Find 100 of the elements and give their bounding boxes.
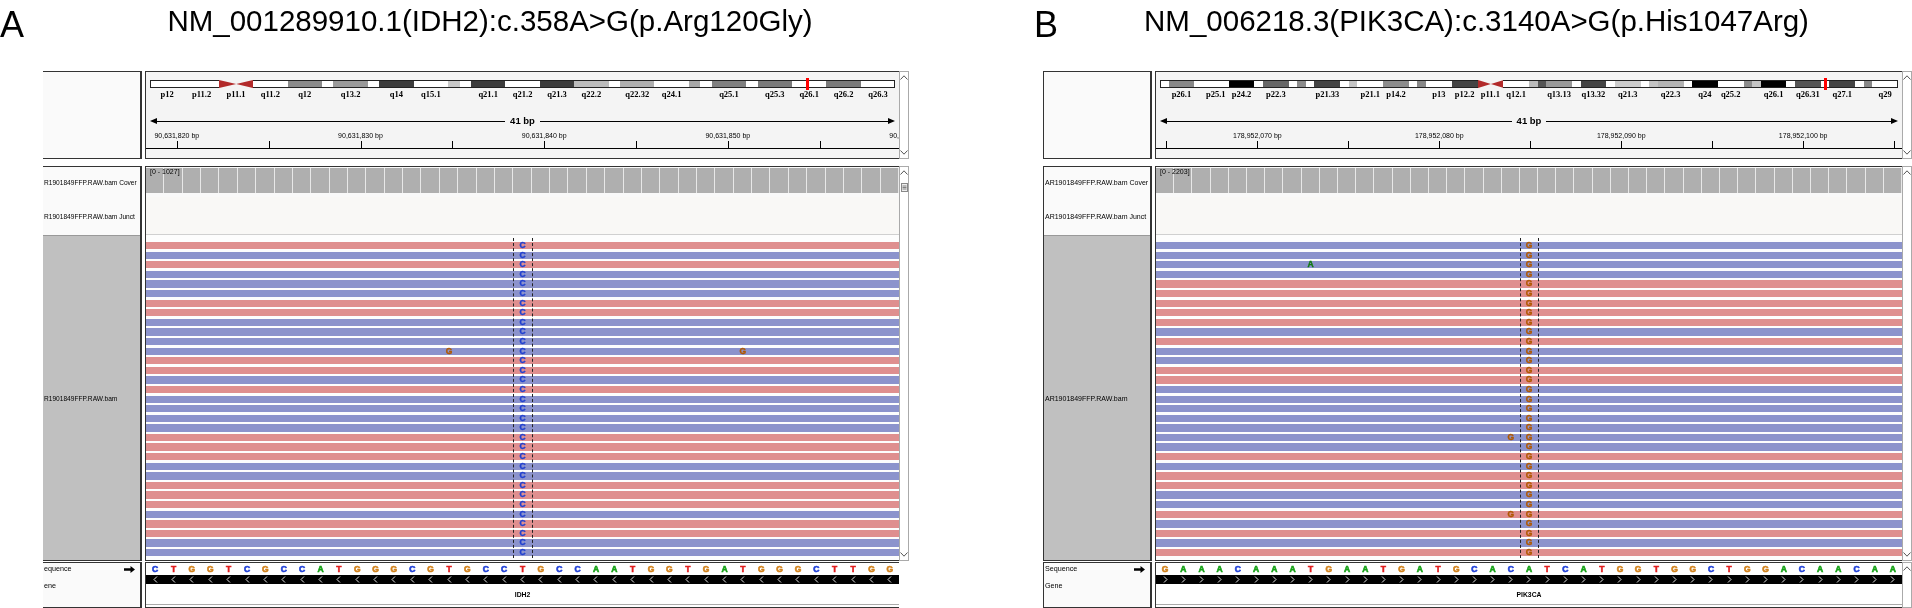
sequence-base: G	[1616, 564, 1624, 574]
coverage-bar	[770, 168, 789, 193]
scroll-up-icon[interactable]	[1903, 170, 1911, 175]
panel-title: NM_006218.3(PIK3CA):c.3140A>G(p.His1047Arg)	[1144, 5, 1809, 37]
sequence-base: G	[776, 564, 783, 574]
scroll-up-icon[interactable]	[900, 75, 908, 80]
sequence-base: A	[1180, 564, 1187, 574]
scroll-up-icon[interactable]	[900, 170, 908, 175]
coverage-bar	[1356, 168, 1375, 193]
scrollbar[interactable]	[899, 166, 909, 561]
coverage-bar	[1556, 168, 1575, 193]
band-label: p21.33	[1315, 89, 1340, 99]
sequence-base: T	[630, 564, 636, 574]
sequence-base: T	[850, 564, 856, 574]
mismatch-base: G	[1525, 251, 1533, 259]
band-label: p25.1	[1205, 89, 1226, 99]
mismatch-base: C	[519, 453, 526, 461]
coverage-bar	[403, 168, 422, 193]
sequence-base: T	[226, 564, 232, 574]
mismatch-base: C	[519, 405, 526, 413]
mismatch-base: G	[1525, 242, 1533, 250]
mismatch-base: C	[519, 337, 526, 346]
mismatch-base: C	[519, 242, 526, 250]
coverage-bar	[1174, 168, 1193, 193]
mismatch-base: G	[1525, 520, 1533, 528]
sequence-base: C	[1707, 564, 1714, 574]
coverage-bar	[1647, 168, 1666, 193]
sequence-base: C	[1853, 564, 1860, 574]
sequence-base: A	[1580, 564, 1587, 574]
mismatch-base: C	[519, 280, 526, 288]
sequence-base: C	[1562, 564, 1569, 574]
mismatch-base: G	[1525, 347, 1533, 355]
scrollbar[interactable]	[1902, 562, 1912, 608]
arrow-right-icon[interactable]	[124, 565, 135, 573]
mismatch-base: G	[1525, 337, 1533, 346]
span-label: 41 bp	[1515, 115, 1543, 127]
band-label: p12.2	[1454, 89, 1475, 99]
coverage-bar	[1283, 168, 1302, 193]
scrollbar[interactable]	[1902, 71, 1912, 159]
band-label: p11.1	[226, 89, 246, 99]
sequence-base: C	[152, 564, 159, 574]
band-label: q21.3	[1617, 89, 1638, 99]
sequence-base: T	[740, 564, 746, 574]
band-label: q26.1	[1763, 89, 1784, 99]
band-label: q22.2	[581, 89, 602, 99]
mismatch-base: C	[519, 424, 526, 432]
sequence-base: C	[409, 564, 416, 574]
coverage-bar	[1465, 168, 1484, 193]
band-label: q12	[298, 89, 312, 99]
scroll-down-icon[interactable]	[900, 150, 908, 155]
mismatch-base: A	[1307, 261, 1314, 269]
mismatch-base: C	[519, 549, 526, 557]
mismatch-base: C	[519, 261, 526, 269]
scrollbar[interactable]	[1902, 166, 1912, 561]
panel-title: NM_001289910.1(IDH2):c.358A>G(p.Arg120Gly)	[167, 5, 813, 37]
scroll-down-icon[interactable]	[900, 552, 908, 557]
mismatch-base: C	[519, 376, 526, 384]
sequence-base: G	[1671, 564, 1678, 574]
band-label: p26.1	[1171, 89, 1192, 99]
band-label: p13	[1432, 89, 1446, 99]
coverage-bar	[1629, 168, 1648, 193]
mismatch-base: C	[519, 289, 526, 298]
scrollbar[interactable]	[899, 71, 909, 159]
coverage-bar	[256, 168, 275, 193]
scroll-up-icon[interactable]	[1903, 566, 1911, 571]
sequence-base: G	[1689, 564, 1697, 574]
panel-letter: A	[0, 5, 24, 45]
band-label: q14	[389, 89, 404, 99]
band-label: q26.2	[833, 89, 854, 99]
sequence-base: C	[299, 564, 306, 574]
mismatch-base: G	[1525, 453, 1533, 461]
sequence-base: G	[702, 564, 710, 574]
sequence-base: G	[886, 564, 894, 574]
mismatch-base: G	[1525, 318, 1533, 327]
mismatch-base: C	[519, 299, 526, 307]
mismatch-base: G	[1507, 510, 1515, 518]
mismatch-base: G	[1525, 481, 1533, 490]
sequence-base: G	[1634, 564, 1642, 574]
sequence-base: G	[262, 564, 269, 574]
scroll-up-icon[interactable]	[1903, 75, 1911, 80]
mismatch-base: C	[519, 385, 526, 394]
mismatch-base: C	[519, 357, 526, 365]
mismatch-base: C	[519, 491, 526, 499]
band-label: q24	[1698, 89, 1712, 99]
band-label: q29	[1878, 89, 1892, 99]
arrow-right-icon[interactable]	[1134, 565, 1145, 573]
grip-icon[interactable]	[900, 183, 908, 192]
scroll-down-icon[interactable]	[1903, 150, 1911, 155]
mismatch-base: G	[1525, 414, 1533, 422]
mismatch-base: C	[519, 270, 526, 279]
band-label: q13.13	[1547, 89, 1571, 99]
sequence-base: A	[1253, 564, 1260, 574]
coverage-bar	[1665, 168, 1684, 193]
sequence-base: G	[188, 564, 196, 574]
band-label: q13.32	[1581, 89, 1606, 99]
sequence-base: T	[1544, 564, 1550, 574]
sequence-base: A	[1343, 564, 1351, 574]
sequence-base: A	[1198, 564, 1205, 574]
mismatch-base: G	[1525, 510, 1533, 518]
scroll-down-icon[interactable]	[1903, 552, 1911, 557]
